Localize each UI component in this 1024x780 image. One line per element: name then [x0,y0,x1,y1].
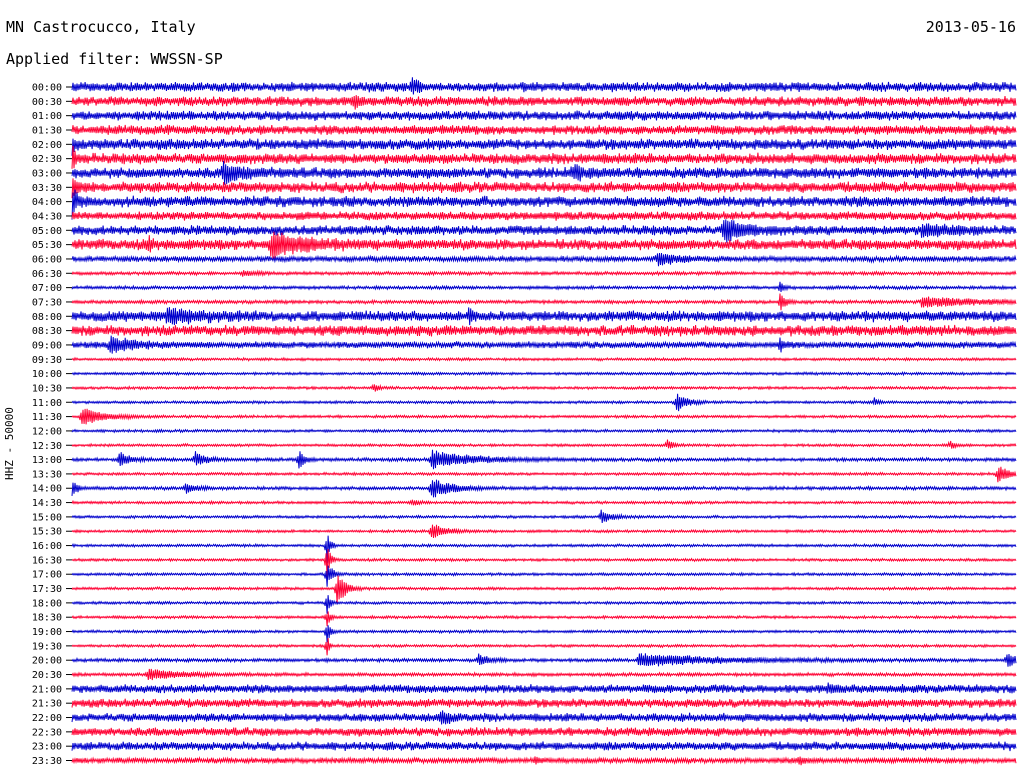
seismogram-trace [71,741,1017,752]
time-tick-label: 07:00 [32,283,62,294]
seismogram-trace [71,439,1017,450]
seismogram-trace [71,595,1017,614]
seismogram-trace [71,160,1017,185]
seismogram-trace [71,231,1017,260]
seismogram-trace [71,499,1017,506]
seismogram-chart: 00:00 00:30 01:00 01:30 02:00 02:30 03:00 03:30… [32,77,1017,767]
seismogram-trace [71,668,1017,681]
seismogram-trace [71,509,1017,524]
time-tick-label: 00:30 [32,97,62,108]
time-tick-label: 02:30 [32,154,62,165]
seismogram-trace [71,479,1017,498]
time-tick-label: 14:30 [32,498,62,509]
seismogram-trace [71,77,1017,95]
time-tick-label: 19:00 [32,627,62,638]
seismogram-trace [71,611,1017,627]
time-tick-label: 05:00 [32,226,62,237]
seismogram-trace [71,408,1017,425]
seismogram-trace [71,281,1017,292]
time-tick-label: 22:30 [32,727,62,738]
time-tick-label: 09:00 [32,340,62,351]
seismogram-trace [71,565,1017,587]
time-tick-label: 13:00 [32,455,62,466]
time-tick-label: 03:00 [32,168,62,179]
time-tick-label: 12:00 [32,426,62,437]
seismogram-trace [71,383,1017,392]
seismogram-trace [71,95,1017,110]
time-tick-label: 21:30 [32,699,62,710]
seismogram-trace [71,335,1017,354]
time-tick-label: 09:30 [32,355,62,366]
time-tick-label: 21:00 [32,684,62,695]
seismogram-trace [71,428,1017,434]
seismogram-trace [71,211,1017,221]
time-tick-label: 05:30 [32,240,62,251]
seismogram-trace [71,449,1017,470]
time-tick-label: 11:30 [32,412,62,423]
time-tick-label: 10:00 [32,369,62,380]
time-tick-label: 16:30 [32,555,62,566]
seismogram-trace [71,253,1017,267]
time-tick-label: 04:00 [32,197,62,208]
seismogram-trace [71,638,1017,656]
seismogram-trace [71,307,1017,326]
time-tick-label: 01:00 [32,111,62,122]
seismogram-trace [71,178,1017,199]
seismogram-trace [71,524,1017,538]
time-tick-label: 07:30 [32,297,62,308]
time-tick-label: 08:00 [32,312,62,323]
seismogram-trace [71,219,1017,243]
time-tick-label: 03:30 [32,183,62,194]
seismogram-trace [71,653,1017,667]
time-tick-label: 17:00 [32,570,62,581]
seismogram-trace [71,356,1017,362]
time-tick-label: 23:30 [32,756,62,767]
time-tick-label: 11:00 [32,398,62,409]
time-tick-label: 14:00 [32,484,62,495]
time-tick-label: 08:30 [32,326,62,337]
seismogram-trace [71,710,1017,725]
time-tick-label: 15:30 [32,527,62,538]
time-tick-label: 04:30 [32,211,62,222]
time-tick-label: 20:30 [32,670,62,681]
seismogram-trace [71,698,1017,708]
seismogram-trace [71,269,1017,277]
time-tick-label: 13:30 [32,469,62,480]
time-tick-label: 23:00 [32,742,62,753]
seismogram-trace [71,324,1017,337]
seismogram-trace [71,138,1017,156]
seismogram-trace [71,145,1017,169]
time-tick-label: 17:30 [32,584,62,595]
time-tick-label: 12:30 [32,441,62,452]
seismogram-trace [71,756,1017,766]
seismogram-trace [71,466,1017,483]
seismogram-trace [71,393,1017,412]
time-tick-label: 06:30 [32,269,62,280]
time-tick-label: 19:30 [32,641,62,652]
time-tick-label: 10:30 [32,383,62,394]
seismogram-trace [71,110,1017,121]
seismogram-trace [71,124,1017,136]
time-tick-label: 16:00 [32,541,62,552]
time-tick-label: 22:00 [32,713,62,724]
seismogram-trace [71,625,1017,643]
time-tick-label: 06:00 [32,254,62,265]
time-tick-label: 02:00 [32,140,62,151]
seismogram-trace [71,293,1017,311]
seismogram-trace [71,727,1017,737]
time-tick-label: 15:00 [32,512,62,523]
time-tick-label: 00:00 [32,83,62,94]
seismogram-trace [71,370,1017,377]
time-tick-label: 18:00 [32,598,62,609]
seismogram-trace [71,575,1017,605]
seismogram-trace [71,682,1017,694]
time-tick-label: 18:30 [32,613,62,624]
time-tick-label: 01:30 [32,125,62,136]
time-tick-label: 20:00 [32,656,62,667]
